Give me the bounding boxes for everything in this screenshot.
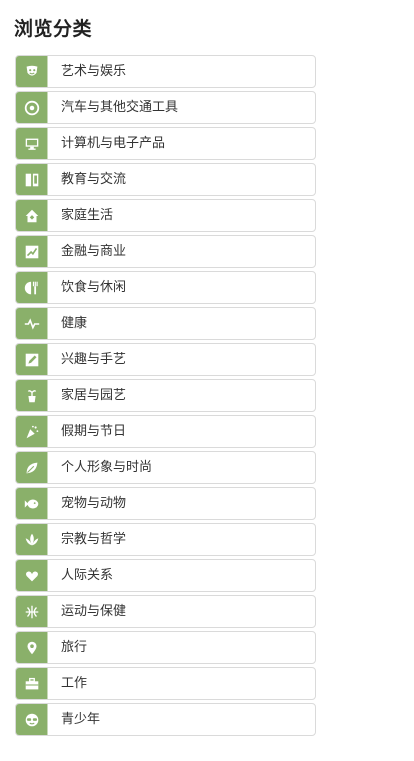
category-item-teens[interactable]: 青少年 [15,703,316,736]
category-label: 兴趣与手艺 [61,352,127,367]
leaf-icon [16,452,48,483]
party-icon [16,416,48,447]
category-item-sports[interactable]: 运动与保健 [15,595,316,628]
basketball-icon [16,596,48,627]
category-label: 健康 [61,316,88,331]
category-label: 家居与园艺 [61,388,127,403]
sunglasses-face-icon [16,704,48,735]
category-item-vehicles[interactable]: 汽车与其他交通工具 [15,91,316,124]
category-item-home-garden[interactable]: 家居与园艺 [15,379,316,412]
book-icon [16,164,48,195]
category-item-religion[interactable]: 宗教与哲学 [15,523,316,556]
fork-knife-icon [16,272,48,303]
category-label: 个人形象与时尚 [61,460,153,475]
category-label: 宗教与哲学 [61,532,127,547]
category-item-arts[interactable]: 艺术与娱乐 [15,55,316,88]
briefcase-icon [16,668,48,699]
heart-icon [16,560,48,591]
category-item-fashion[interactable]: 个人形象与时尚 [15,451,316,484]
category-label: 宠物与动物 [61,496,127,511]
map-pin-icon [16,632,48,663]
chart-icon [16,236,48,267]
category-label: 饮食与休闲 [61,280,127,295]
category-item-relationships[interactable]: 人际关系 [15,559,316,592]
category-label: 计算机与电子产品 [61,136,166,151]
category-label: 青少年 [61,712,101,727]
category-label: 家庭生活 [61,208,114,223]
category-label: 教育与交流 [61,172,127,187]
category-label: 工作 [61,676,88,691]
category-item-family[interactable]: 家庭生活 [15,199,316,232]
steering-wheel-icon [16,92,48,123]
category-label: 假期与节日 [61,424,127,439]
monitor-icon [16,128,48,159]
category-item-health[interactable]: 健康 [15,307,316,340]
category-item-education[interactable]: 教育与交流 [15,163,316,196]
category-label: 运动与保健 [61,604,127,619]
pencil-icon [16,344,48,375]
category-item-holidays[interactable]: 假期与节日 [15,415,316,448]
home-icon [16,200,48,231]
category-list: 艺术与娱乐 汽车与其他交通工具 计算机与电子产品 教育与交流 家庭生活 金融与商… [15,55,316,739]
category-item-travel[interactable]: 旅行 [15,631,316,664]
category-label: 艺术与娱乐 [61,64,127,79]
category-item-work[interactable]: 工作 [15,667,316,700]
category-label: 旅行 [61,640,88,655]
browse-categories-page: 浏览分类 艺术与娱乐 汽车与其他交通工具 计算机与电子产品 教育与交流 家庭生活… [0,0,414,761]
page-title: 浏览分类 [14,18,93,40]
category-label: 金融与商业 [61,244,127,259]
fish-icon [16,488,48,519]
theater-masks-icon [16,56,48,87]
category-label: 汽车与其他交通工具 [61,100,179,115]
potted-plant-icon [16,380,48,411]
category-label: 人际关系 [61,568,114,583]
category-item-hobbies[interactable]: 兴趣与手艺 [15,343,316,376]
lotus-icon [16,524,48,555]
heartbeat-icon [16,308,48,339]
category-item-finance[interactable]: 金融与商业 [15,235,316,268]
category-item-pets[interactable]: 宠物与动物 [15,487,316,520]
category-item-food[interactable]: 饮食与休闲 [15,271,316,304]
category-item-computers[interactable]: 计算机与电子产品 [15,127,316,160]
